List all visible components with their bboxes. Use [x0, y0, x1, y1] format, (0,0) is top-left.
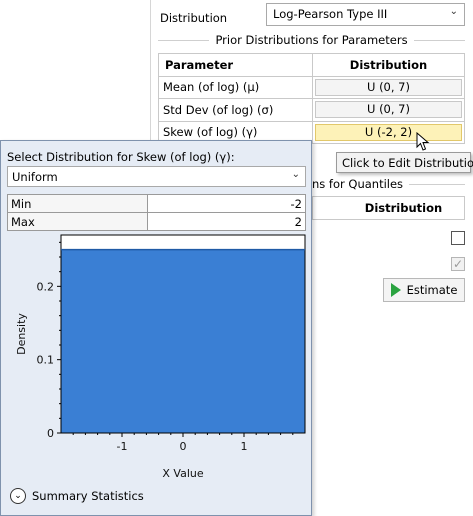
parameter-name-mean: Mean (of log) (μ): [158, 75, 313, 99]
skew-distribution-button[interactable]: U (-2, 2): [315, 123, 462, 141]
mean-distribution-button[interactable]: U (0, 7): [315, 78, 462, 96]
parameter-table: Parameter Distribution Mean (of log) (μ)…: [158, 53, 465, 144]
mouse-cursor-icon: [416, 132, 430, 151]
x-tick-label: 0: [180, 440, 187, 453]
y-tick-label: 0: [47, 427, 54, 440]
x-tick-label: -1: [117, 440, 128, 453]
table-row: Mean (of log) (μ) U (0, 7): [158, 75, 465, 99]
density-chart: 0 0.1 0.2 -1 0 1 X Value Density: [7, 231, 306, 483]
edit-distribution-tooltip: Click to Edit Distribution: [336, 152, 473, 173]
option-checkbox-2[interactable]: ✓: [451, 257, 465, 271]
popup-title: Select Distribution for Skew (of log) (γ…: [7, 150, 235, 164]
table-row: Max 2: [7, 212, 306, 231]
chevron-down-icon: ⌄: [449, 6, 458, 17]
option-checkbox-1[interactable]: [451, 231, 465, 245]
parameter-column-header: Parameter: [158, 53, 313, 77]
min-label: Min: [7, 194, 148, 213]
play-icon: [390, 283, 401, 297]
x-tick-label: 1: [241, 440, 248, 453]
x-axis-label: X Value: [162, 467, 203, 480]
estimate-button[interactable]: Estimate: [383, 278, 465, 302]
quantiles-group-title: ns for Quantiles: [312, 177, 465, 191]
distribution-parameters-table: Min -2 Max 2: [7, 194, 306, 231]
distribution-column-header: Distribution: [312, 53, 465, 77]
chevron-down-icon: ⌄: [291, 169, 300, 180]
estimate-button-label: Estimate: [406, 283, 458, 297]
max-input[interactable]: 2: [147, 212, 306, 231]
expand-chevron-icon: ⌄: [10, 488, 26, 504]
parameter-name-stddev: Std Dev (of log) (σ): [158, 98, 313, 122]
checkmark-icon: ✓: [452, 257, 464, 271]
table-row: Std Dev (of log) (σ) U (0, 7): [158, 98, 465, 122]
distribution-label: Distribution: [160, 11, 228, 25]
summary-statistics-label: Summary Statistics: [32, 489, 144, 503]
y-tick-label: 0.1: [37, 354, 55, 367]
popup-distribution-value: Uniform: [12, 170, 58, 184]
popup-distribution-dropdown[interactable]: Uniform ⌄: [7, 166, 306, 187]
max-label: Max: [7, 212, 148, 231]
quantile-distribution-header: Distribution: [312, 196, 465, 220]
quantiles-title: ns for Quantiles: [312, 177, 404, 191]
y-axis-label: Density: [15, 313, 28, 355]
distribution-dropdown-value: Log-Pearson Type III: [273, 7, 388, 21]
y-tick-label: 0.2: [37, 280, 55, 293]
distribution-dropdown[interactable]: Log-Pearson Type III ⌄: [266, 3, 465, 26]
density-area: [61, 249, 305, 433]
density-chart-svg: 0 0.1 0.2 -1 0 1 X Value Density: [15, 234, 306, 480]
stddev-distribution-button[interactable]: U (0, 7): [315, 101, 462, 119]
summary-statistics-toggle[interactable]: ⌄ Summary Statistics: [10, 488, 144, 504]
min-input[interactable]: -2: [147, 194, 306, 213]
table-row: Min -2: [7, 194, 306, 213]
prior-distributions-title: Prior Distributions for Parameters: [215, 33, 408, 47]
prior-distributions-group-title: Prior Distributions for Parameters: [158, 32, 466, 48]
